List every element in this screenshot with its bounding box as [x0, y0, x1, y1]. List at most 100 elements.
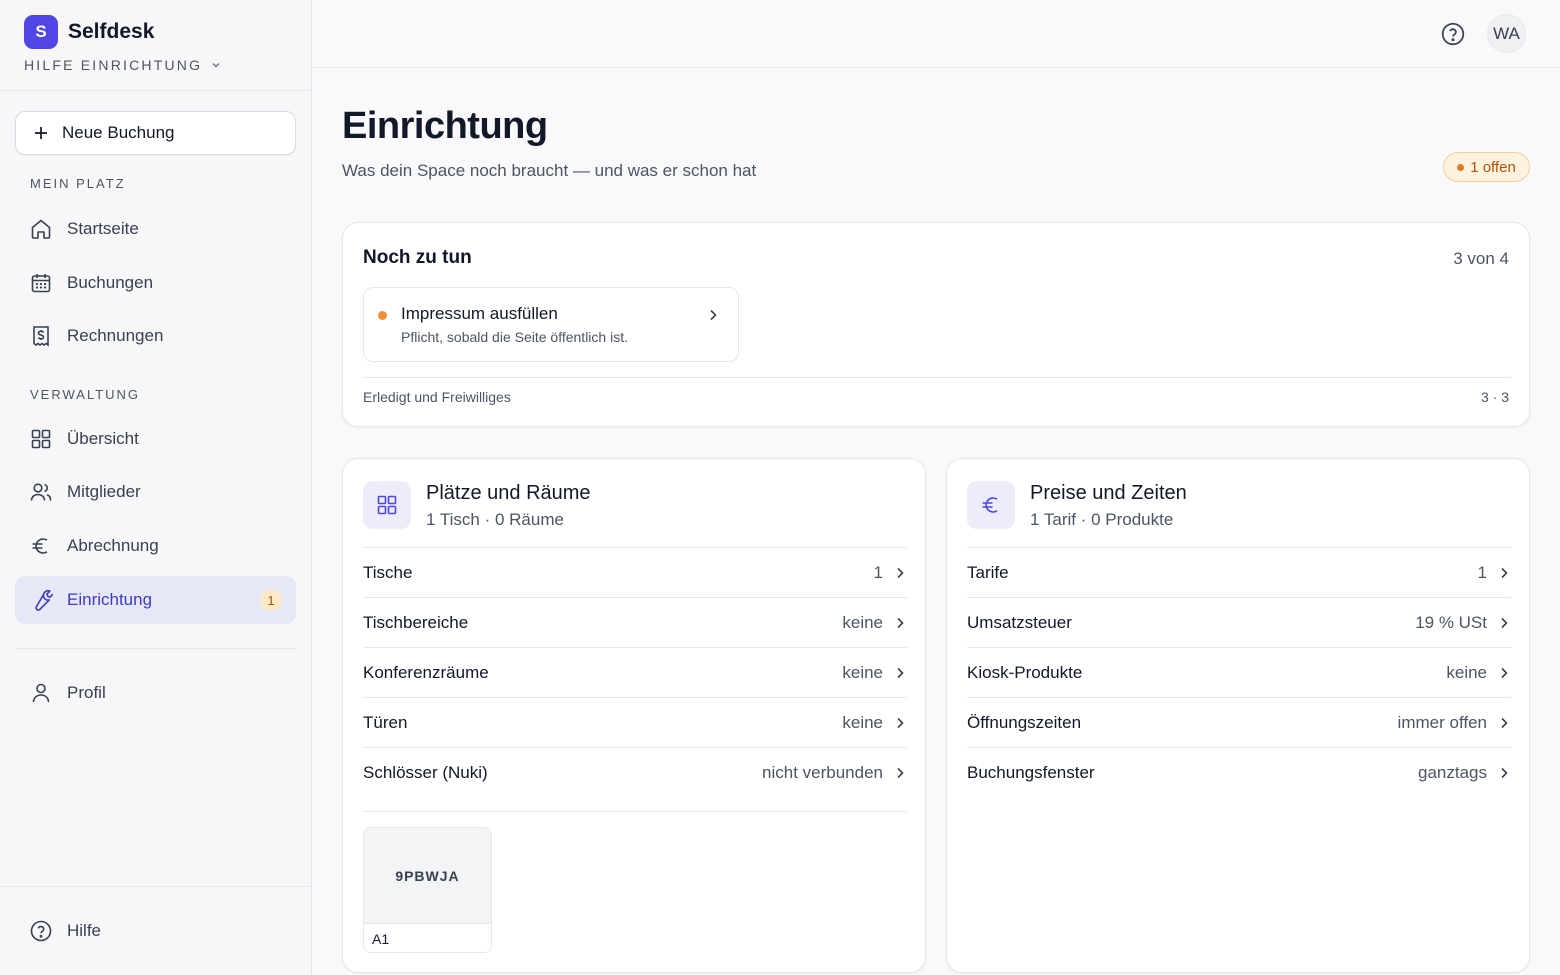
new-booking-button[interactable]: Neue Buchung	[15, 111, 296, 155]
page-subtitle: Was dein Space noch braucht — und was er…	[342, 161, 757, 180]
calendar-icon	[31, 274, 51, 293]
row-value: 1	[1477, 562, 1487, 582]
places-list: Tische 1 Tischbereiche keine Konferenzrä…	[363, 547, 907, 812]
sidebar-item-abrechnung[interactable]: Abrechnung	[15, 522, 296, 570]
task-impressum[interactable]: Impressum ausfüllen Pflicht, sobald die …	[363, 287, 739, 362]
row-value: ganztags	[1418, 762, 1487, 782]
row-value: keine	[842, 612, 883, 632]
section-label-verwaltung: VERWALTUNG	[30, 387, 141, 402]
page-title: Einrichtung	[342, 105, 548, 147]
row-label: Tarife	[967, 562, 1009, 582]
prices-subtitle: 1 Tarif · 0 Produkte	[1030, 510, 1174, 529]
euro-icon	[32, 538, 48, 554]
row-label: Umsatzsteuer	[967, 612, 1072, 632]
task-description: Pflicht, sobald die Seite öffentlich ist…	[401, 329, 628, 345]
chevron-right-icon	[1501, 717, 1508, 728]
row-buchungsfenster[interactable]: Buchungsfenster ganztags	[967, 747, 1511, 797]
row-value: keine	[842, 712, 883, 732]
task-status-dot	[378, 311, 387, 320]
sidebar-item-label: Rechnungen	[67, 326, 164, 345]
desk-plan-preview[interactable]: 9PBWJA A1	[363, 827, 492, 953]
row-value: keine	[1446, 662, 1487, 682]
row-tarife[interactable]: Tarife 1	[967, 547, 1511, 597]
row-label: Tische	[363, 562, 413, 582]
chevron-right-icon	[710, 309, 717, 321]
sidebar-item-label: Übersicht	[67, 429, 139, 448]
prices-card: Preise und Zeiten 1 Tarif · 0 Produkte T…	[946, 458, 1530, 973]
sidebar-item-hilfe[interactable]: Hilfe	[15, 907, 296, 955]
places-card: Plätze und Räume 1 Tisch · 0 Räume Tisch…	[342, 458, 926, 973]
sidebar-divider	[15, 648, 296, 649]
row-tischbereiche[interactable]: Tischbereiche keine	[363, 597, 907, 647]
open-status-badge: 1 offen	[1443, 152, 1530, 182]
sidebar-footer-divider	[0, 886, 311, 887]
sidebar-item-uebersicht[interactable]: Übersicht	[15, 415, 296, 463]
places-subtitle: 1 Tisch · 0 Räume	[426, 510, 564, 529]
home-icon	[31, 219, 51, 239]
row-oeffnungszeiten[interactable]: Öffnungszeiten immer offen	[967, 697, 1511, 747]
places-title: Plätze und Räume	[426, 482, 591, 504]
count-badge: 1	[260, 589, 282, 611]
row-umsatzsteuer[interactable]: Umsatzsteuer 19 % USt	[967, 597, 1511, 647]
row-label: Schlösser (Nuki)	[363, 762, 488, 782]
brand-logo: S	[24, 15, 58, 49]
row-value: nicht verbunden	[762, 762, 883, 782]
prices-icon-box	[967, 481, 1015, 529]
chevron-right-icon	[897, 617, 904, 628]
row-label: Öffnungszeiten	[967, 712, 1082, 732]
sidebar-item-buchungen[interactable]: Buchungen	[15, 259, 296, 307]
user-icon	[32, 683, 50, 703]
users-icon	[30, 483, 52, 501]
plan-code: 9PBWJA	[364, 828, 491, 923]
chevron-down-icon	[212, 63, 220, 68]
sidebar-item-einrichtung[interactable]: Einrichtung 1	[15, 576, 296, 624]
open-badge-label: 1 offen	[1470, 158, 1516, 176]
task-title: Impressum ausfüllen	[401, 304, 558, 323]
row-value: 19 % USt	[1415, 612, 1487, 632]
todo-count: 3 von 4	[1453, 249, 1509, 268]
chevron-right-icon	[897, 567, 904, 578]
avatar[interactable]: WA	[1487, 14, 1526, 53]
chevron-right-icon	[1501, 567, 1508, 578]
divider	[363, 377, 1511, 378]
completed-optional-count: 3 · 3	[1480, 389, 1509, 405]
row-label: Türen	[363, 712, 408, 732]
row-konferenzraeume[interactable]: Konferenzräume keine	[363, 647, 907, 697]
row-value: keine	[842, 662, 883, 682]
chevron-right-icon	[897, 717, 904, 728]
new-booking-label: Neue Buchung	[62, 123, 175, 142]
brand-header: S Selfdesk HILFE EINRICHTUNG	[0, 0, 311, 91]
sidebar-item-label: Hilfe	[67, 921, 102, 940]
row-label: Tischbereiche	[363, 612, 469, 632]
divider	[363, 811, 907, 812]
prices-title: Preise und Zeiten	[1030, 482, 1187, 504]
sidebar-item-startseite[interactable]: Startseite	[15, 205, 296, 253]
chevron-right-icon	[1501, 617, 1508, 628]
completed-optional-toggle[interactable]: Erledigt und Freiwilliges	[363, 389, 511, 405]
chevron-right-icon	[1501, 667, 1508, 678]
sidebar-item-label: Mitglieder	[67, 482, 141, 501]
row-tische[interactable]: Tische 1	[363, 547, 907, 597]
row-label: Kiosk-Produkte	[967, 662, 1083, 682]
section-label-mein-platz: MEIN PLATZ	[30, 176, 126, 191]
sidebar-item-rechnungen[interactable]: Rechnungen	[15, 312, 296, 360]
plus-icon	[35, 127, 47, 139]
sidebar-item-mitglieder[interactable]: Mitglieder	[15, 468, 296, 516]
topbar: WA	[312, 0, 1560, 68]
brand-row[interactable]: S Selfdesk	[24, 15, 311, 49]
help-circle-icon[interactable]	[1440, 21, 1466, 47]
sidebar-item-label: Einrichtung	[67, 590, 153, 609]
places-icon-box	[363, 481, 411, 529]
prices-list: Tarife 1 Umsatzsteuer 19 % USt Kiosk-Pro…	[967, 547, 1511, 797]
row-tueren[interactable]: Türen keine	[363, 697, 907, 747]
sidebar-item-label: Abrechnung	[67, 536, 159, 555]
workspace-switcher[interactable]: HILFE EINRICHTUNG	[24, 57, 311, 73]
chevron-right-icon	[1501, 767, 1508, 778]
row-schloesser-nuki[interactable]: Schlösser (Nuki) nicht verbunden	[363, 747, 907, 797]
euro-icon	[982, 497, 998, 513]
row-kiosk-produkte[interactable]: Kiosk-Produkte keine	[967, 647, 1511, 697]
row-label: Buchungsfenster	[967, 762, 1095, 782]
grid-icon	[377, 495, 397, 515]
sidebar-item-profil[interactable]: Profil	[15, 669, 296, 717]
invoice-dollar-icon	[33, 326, 49, 347]
